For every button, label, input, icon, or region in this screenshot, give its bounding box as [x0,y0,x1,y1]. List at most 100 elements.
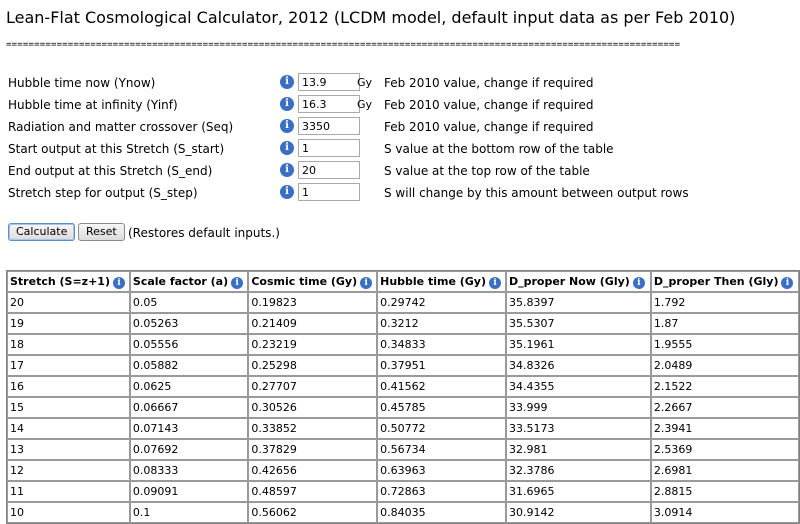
table-cell: 32.3786 [505,460,651,481]
table-cell: 0.25298 [248,355,378,376]
info-icon[interactable]: i [360,276,373,289]
info-icon[interactable]: i [112,276,125,289]
table-row: 10 0.1 0.56062 0.84035 30.9142 3.0914 [7,502,799,523]
input-field[interactable] [298,95,360,113]
calculate-button[interactable]: Calculate [8,223,76,241]
column-header-label: Hubble time (Gy) [380,274,486,288]
table-cell: 1.792 [650,292,799,313]
table-cell: 0.05556 [129,334,249,355]
table-cell: 0.27707 [248,376,378,397]
table-cell: 34.8326 [505,355,651,376]
table-cell: 0.06667 [129,397,249,418]
column-header-label: Scale factor (a) [132,274,229,288]
table-cell: 31.6965 [505,481,651,502]
table-cell: 0.84035 [377,502,506,523]
table-cell: 15 [7,397,130,418]
column-header: D_proper Then (Gly) i [650,271,799,292]
table-cell: 0.33852 [248,418,378,439]
input-label: Radiation and matter crossover (Seq) [8,120,234,134]
table-cell: 2.5369 [650,439,799,460]
table-cell: 32.981 [505,439,651,460]
input-field[interactable] [298,117,360,135]
column-header-label: Cosmic time (Gy) [251,274,358,288]
table-cell: 2.8815 [650,481,799,502]
table-cell: 16 [7,376,130,397]
table-cell: 35.8397 [505,292,651,313]
table-cell: 0.72863 [377,481,506,502]
table-cell: 11 [7,481,130,502]
table-row: 20 0.05 0.19823 0.29742 35.8397 1.792 [7,292,799,313]
info-icon[interactable]: i [280,75,294,89]
input-hint: S will change by this amount between out… [384,186,689,200]
table-cell: 20 [7,292,130,313]
info-icon[interactable]: i [280,119,294,133]
table-cell: 19 [7,313,130,334]
table-cell: 17 [7,355,130,376]
table-cell: 0.19823 [248,292,378,313]
table-cell: 0.30526 [248,397,378,418]
table-cell: 0.34833 [377,334,506,355]
table-cell: 0.05882 [129,355,249,376]
input-row: Hubble time now (Ynow) i Gy Feb 2010 value,… [8,72,798,94]
table-cell: 0.63963 [377,460,506,481]
table-row: 14 0.07143 0.33852 0.50772 33.5173 2.3941 [7,418,799,439]
reset-button[interactable]: Reset [78,223,125,241]
info-icon[interactable]: i [280,185,294,199]
info-icon[interactable]: i [280,141,294,155]
results-table: Stretch (S=z+1) i Scale factor (a) i Cosmic … [6,270,800,524]
column-header-label: D_proper Then (Gly) [653,274,779,288]
table-cell: 0.41562 [377,376,506,397]
table-cell: 2.6981 [650,460,799,481]
input-hint: Feb 2010 value, change if required [384,98,594,112]
input-field[interactable] [298,183,360,201]
table-cell: 0.07692 [129,439,249,460]
input-field[interactable] [298,139,360,157]
info-icon[interactable]: i [231,276,244,289]
input-field[interactable] [298,73,360,91]
table-cell: 0.07143 [129,418,249,439]
table-cell: 0.05 [129,292,249,313]
input-label: Start output at this Stretch (S_start) [8,142,225,156]
separator-line: ========================================… [6,40,681,50]
unit-label: Gy [357,98,373,111]
table-cell: 35.5307 [505,313,651,334]
table-cell: 0.42656 [248,460,378,481]
column-header: Scale factor (a) i [129,271,249,292]
input-row: Radiation and matter crossover (Seq) i Feb… [8,116,798,138]
table-cell: 34.4355 [505,376,651,397]
column-header: Stretch (S=z+1) i [7,271,130,292]
table-row: 18 0.05556 0.23219 0.34833 35.1961 1.9555 [7,334,799,355]
input-hint: S value at the bottom row of the table [384,142,614,156]
table-cell: 0.09091 [129,481,249,502]
table-cell: 18 [7,334,130,355]
table-cell: 1.9555 [650,334,799,355]
table-cell: 2.2667 [650,397,799,418]
info-icon[interactable]: i [280,97,294,111]
table-cell: 1.87 [650,313,799,334]
input-field[interactable] [298,161,360,179]
table-cell: 0.29742 [377,292,506,313]
table-cell: 35.1961 [505,334,651,355]
table-cell: 0.0625 [129,376,249,397]
input-label: Hubble time now (Ynow) [8,76,156,90]
table-cell: 0.48597 [248,481,378,502]
table-cell: 14 [7,418,130,439]
table-cell: 0.37829 [248,439,378,460]
input-hint: Feb 2010 value, change if required [384,120,594,134]
table-header-row: Stretch (S=z+1) i Scale factor (a) i Cosmic … [7,271,799,292]
input-row: Stretch step for output (S_step) i S will … [8,182,798,204]
table-row: 17 0.05882 0.25298 0.37951 34.8326 2.0489 [7,355,799,376]
info-icon[interactable]: i [632,276,645,289]
info-icon[interactable]: i [781,276,794,289]
input-hint: Feb 2010 value, change if required [384,76,594,90]
column-header: Cosmic time (Gy) i [248,271,378,292]
column-header-label: D_proper Now (Gly) [508,274,630,288]
column-header: D_proper Now (Gly) i [505,271,651,292]
input-form: Hubble time now (Ynow) i Gy Feb 2010 value,… [8,72,798,204]
input-label: Stretch step for output (S_step) [8,186,198,200]
table-cell: 3.0914 [650,502,799,523]
table-cell: 2.3941 [650,418,799,439]
unit-label: Gy [357,76,373,89]
info-icon[interactable]: i [489,276,501,289]
info-icon[interactable]: i [280,163,294,177]
